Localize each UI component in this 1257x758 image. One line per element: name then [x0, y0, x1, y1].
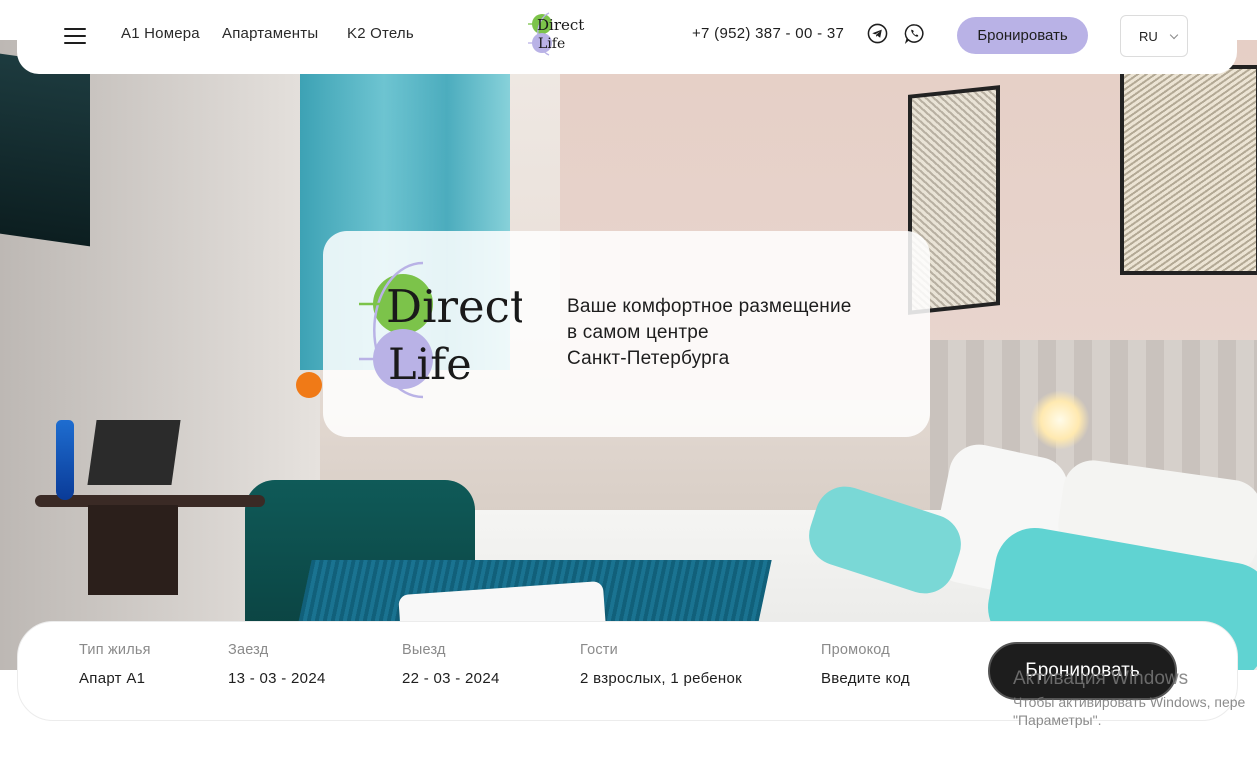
language-value: RU — [1139, 28, 1158, 44]
tagline-line: Ваше комфортное размещение — [567, 296, 852, 317]
promo-code-field[interactable]: Промокод Введите код — [821, 642, 910, 687]
phone-number[interactable]: +7 (952) 387 - 00 - 37 — [692, 25, 844, 42]
svg-text:Life: Life — [538, 36, 565, 52]
check-out-field[interactable]: Выезд 22 - 03 - 2024 — [402, 642, 500, 687]
logo[interactable]: Direct Life — [525, 10, 585, 58]
nav-k2-hotel[interactable]: K2 Отель — [347, 25, 414, 42]
guests-field[interactable]: Гости 2 взрослых, 1 ребенок — [580, 642, 742, 687]
svg-text:Direct: Direct — [537, 16, 584, 34]
header: A1 Номера Апартаменты K2 Отель Direct Li… — [17, 0, 1237, 74]
book-button-header[interactable]: Бронировать — [957, 17, 1088, 54]
hero-card: Direct Life Ваше комфортное размещение в… — [323, 231, 930, 437]
field-value: Апарт А1 — [79, 670, 146, 687]
field-label: Гости — [580, 642, 618, 658]
tagline-line: в самом центре — [567, 322, 709, 343]
check-in-field[interactable]: Заезд 13 - 03 - 2024 — [228, 642, 326, 687]
chevron-down-icon — [1169, 30, 1179, 40]
field-value: Введите код — [821, 670, 910, 687]
field-label: Выезд — [402, 642, 446, 658]
field-value: 22 - 03 - 2024 — [402, 670, 500, 687]
nav-a1-rooms[interactable]: A1 Номера — [121, 25, 200, 42]
book-button[interactable]: Бронировать — [988, 642, 1177, 700]
field-value: 2 взрослых, 1 ребенок — [580, 670, 743, 687]
hero-logo: Direct Life — [359, 261, 522, 399]
accommodation-type-field[interactable]: Тип жилья Апарт А1 — [79, 642, 151, 687]
menu-icon[interactable] — [64, 27, 86, 45]
field-label: Промокод — [821, 642, 890, 658]
booking-bar: Тип жилья Апарт А1 Заезд 13 - 03 - 2024 … — [17, 621, 1238, 721]
whatsapp-icon[interactable] — [904, 23, 925, 44]
field-value: 13 - 03 - 2024 — [228, 670, 326, 687]
language-select[interactable]: RU — [1120, 15, 1188, 57]
svg-text:Life: Life — [388, 340, 472, 390]
nav-apartments[interactable]: Апартаменты — [222, 25, 318, 42]
field-label: Заезд — [228, 642, 269, 658]
telegram-icon[interactable] — [867, 23, 888, 44]
tagline-line: Санкт-Петербурга — [567, 348, 730, 369]
svg-text:Direct: Direct — [386, 280, 522, 333]
page: A1 Номера Апартаменты K2 Отель Direct Li… — [0, 0, 1257, 758]
hero-tagline: Ваше комфортное размещение в самом центр… — [567, 294, 852, 372]
field-label: Тип жилья — [79, 642, 151, 658]
